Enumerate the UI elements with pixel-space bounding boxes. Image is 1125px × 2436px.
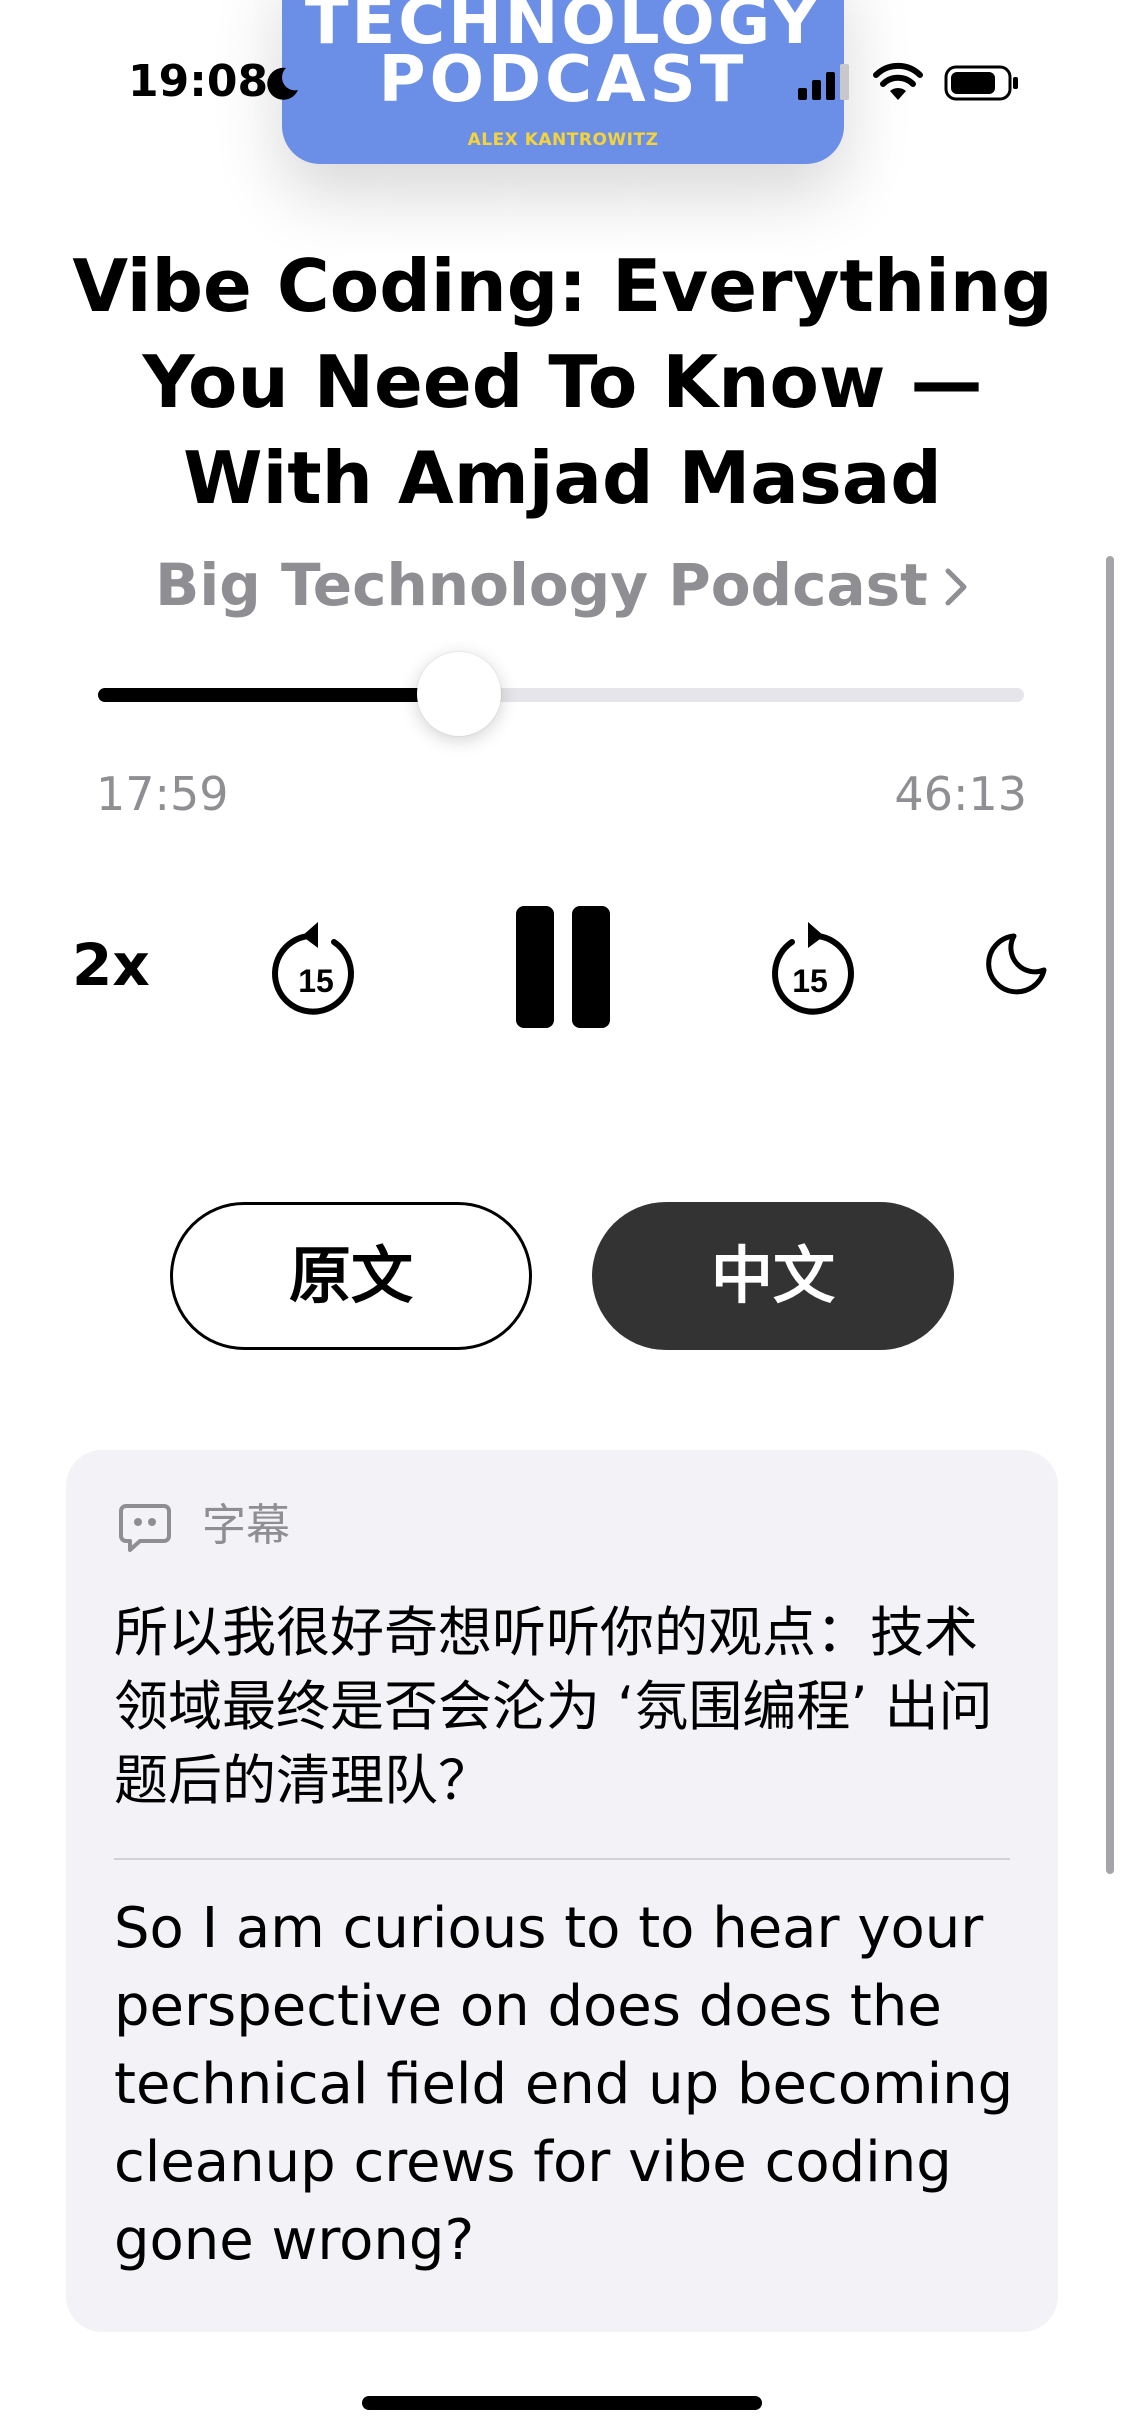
battery-icon (944, 65, 1018, 101)
english-subtitle-text: So I am curious to to hear your perspect… (114, 1896, 1014, 2273)
pause-button[interactable] (516, 906, 610, 1028)
show-name: Big Technology Podcast (155, 551, 928, 619)
podcast-artwork[interactable]: TECHNOLOGY PODCAST ALEX KANTROWITZ (282, 0, 844, 164)
home-indicator[interactable] (362, 2396, 762, 2410)
status-time: 19:08 (128, 56, 269, 107)
progress-fill (98, 688, 460, 702)
playback-speed-button[interactable]: 2x (72, 930, 150, 1000)
subtitles-label: 字幕 (202, 1500, 290, 1551)
original-language-button[interactable]: 原文 (170, 1202, 532, 1350)
scrubber-knob[interactable] (417, 652, 502, 736)
cellular-signal-icon (798, 64, 849, 100)
subtitle-divider (114, 1858, 1010, 1860)
subtitle-card: 字幕 所以我很好奇想听听你的观点：技术领域最终是否会沦为 ‘氛围编程’ 出问题后… (66, 1450, 1058, 2332)
chinese-subtitle-text: 所以我很好奇想听听你的观点：技术领域最终是否会沦为 ‘氛围编程’ 出问题后的清理… (114, 1601, 993, 1812)
chevron-right-icon (945, 568, 967, 606)
progress-track[interactable] (98, 688, 1024, 702)
sleep-timer-moon-icon[interactable] (984, 930, 1050, 996)
skip-forward-15-icon[interactable]: 15 (762, 916, 858, 1020)
pause-bar-left (516, 906, 554, 1028)
artwork-author: ALEX KANTROWITZ (467, 130, 659, 150)
episode-title: Vibe Coding: Everything You Need To Know… (72, 244, 1053, 520)
focus-moon-icon (267, 67, 298, 100)
quote-bubble-icon (119, 1504, 171, 1552)
remaining-time: 46:13 (894, 767, 1027, 821)
chinese-language-button[interactable]: 中文 (592, 1202, 954, 1350)
skip-forward-seconds: 15 (792, 963, 828, 999)
scrollbar[interactable] (1106, 556, 1114, 1874)
skip-back-seconds: 15 (298, 963, 334, 999)
pause-bar-right (572, 906, 610, 1028)
artwork-title-line2: PODCAST (378, 43, 748, 117)
wifi-icon (873, 62, 923, 100)
elapsed-time: 17:59 (96, 767, 229, 821)
skip-back-15-icon[interactable]: 15 (268, 916, 364, 1020)
show-name-link[interactable]: Big Technology Podcast (0, 548, 1125, 622)
